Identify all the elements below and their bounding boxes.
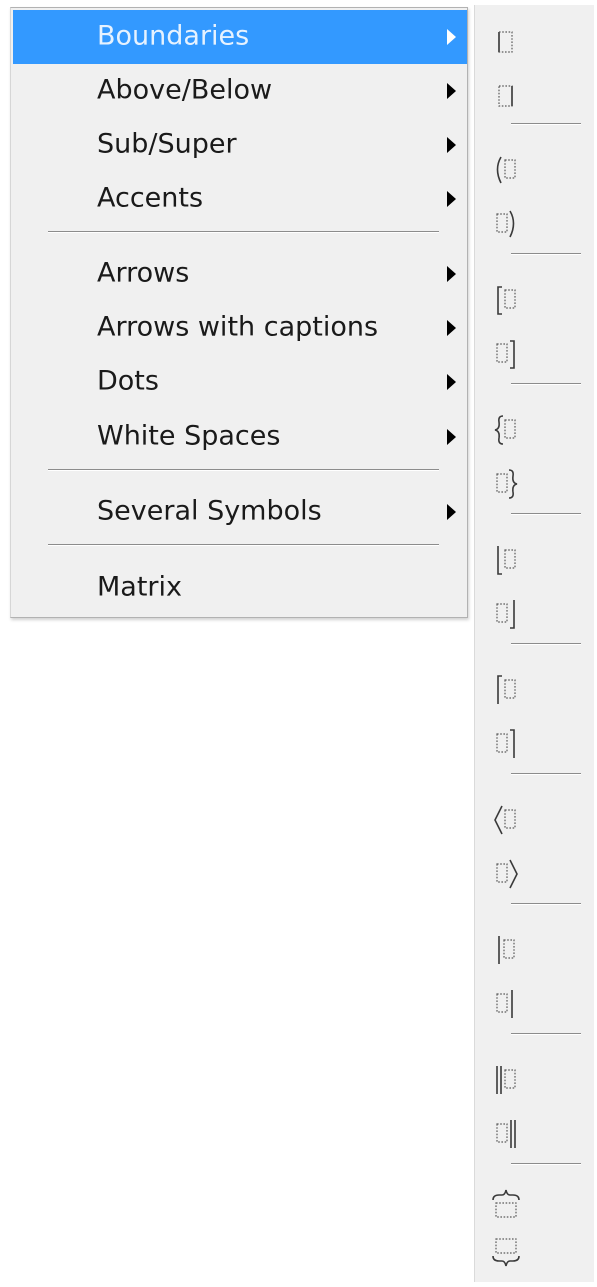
submenu-arrow-icon	[447, 504, 456, 520]
left-floor-icon[interactable]	[475, 531, 595, 587]
submenu-arrow-icon	[447, 83, 456, 99]
submenu-separator	[511, 383, 581, 385]
menu-item-label: Dots	[97, 365, 159, 397]
menu-item-accents[interactable]: Accents	[13, 172, 467, 226]
menu-item-label: Arrows	[97, 257, 190, 289]
submenu-separator	[511, 1163, 581, 1165]
left-vertical-bar-icon[interactable]	[475, 921, 595, 977]
underbrace-icon[interactable]	[475, 1231, 595, 1287]
close-curly-brace-icon[interactable]	[475, 455, 595, 511]
menu-item-arrows[interactable]: Arrows	[13, 247, 467, 301]
right-angle-bracket-icon[interactable]	[475, 845, 595, 901]
right-vertical-bar-icon[interactable]	[475, 975, 595, 1031]
menu-item-label: Boundaries	[97, 20, 250, 52]
placeholder-right-align-icon[interactable]	[475, 65, 595, 121]
submenu-separator	[511, 773, 581, 775]
context-menu: Boundaries Above/Below Sub/Super Accents…	[10, 7, 468, 618]
menu-item-white-spaces[interactable]: White Spaces	[13, 410, 467, 464]
menu-item-label: Above/Below	[97, 74, 273, 106]
right-floor-icon[interactable]	[475, 585, 595, 641]
left-ceiling-icon[interactable]	[475, 661, 595, 717]
submenu-separator	[511, 253, 581, 255]
menu-item-label: White Spaces	[97, 420, 281, 452]
submenu-arrow-icon	[447, 320, 456, 336]
submenu-separator	[511, 643, 581, 645]
submenu-arrow-icon	[447, 191, 456, 207]
overbrace-icon[interactable]	[475, 1181, 595, 1237]
left-double-bar-icon[interactable]	[475, 1051, 595, 1107]
open-square-bracket-icon[interactable]	[475, 271, 595, 327]
submenu-separator	[511, 123, 581, 125]
menu-item-dots[interactable]: Dots	[13, 355, 467, 409]
placeholder-left-align-icon[interactable]	[475, 11, 595, 67]
menu-item-sub-super[interactable]: Sub/Super	[13, 118, 467, 172]
menu-item-label: Accents	[97, 182, 204, 214]
right-ceiling-icon[interactable]	[475, 715, 595, 771]
submenu-separator	[511, 1033, 581, 1035]
menu-item-matrix[interactable]: Matrix	[13, 561, 467, 615]
menu-item-label: Matrix	[97, 571, 183, 603]
menu-item-above-below[interactable]: Above/Below	[13, 64, 467, 118]
boundaries-submenu	[474, 5, 594, 1282]
right-double-bar-icon[interactable]	[475, 1105, 595, 1161]
menu-item-label: Sub/Super	[97, 128, 237, 160]
open-parenthesis-icon[interactable]	[475, 141, 595, 197]
menu-separator	[48, 544, 439, 546]
menu-separator	[48, 231, 439, 233]
submenu-arrow-icon	[447, 374, 456, 390]
submenu-separator	[511, 513, 581, 515]
close-square-bracket-icon[interactable]	[475, 325, 595, 381]
menu-item-arrows-with-captions[interactable]: Arrows with captions	[13, 301, 467, 355]
open-curly-brace-icon[interactable]	[475, 401, 595, 457]
close-parenthesis-icon[interactable]	[475, 195, 595, 251]
menu-item-several-symbols[interactable]: Several Symbols	[13, 485, 467, 539]
submenu-arrow-icon	[447, 266, 456, 282]
left-angle-bracket-icon[interactable]	[475, 791, 595, 847]
menu-item-label: Several Symbols	[97, 495, 322, 527]
submenu-arrow-icon	[447, 29, 456, 45]
submenu-arrow-icon	[447, 137, 456, 153]
menu-item-label: Arrows with captions	[97, 311, 379, 343]
menu-item-boundaries[interactable]: Boundaries	[13, 10, 467, 64]
submenu-arrow-icon	[447, 429, 456, 445]
submenu-separator	[511, 903, 581, 905]
menu-separator	[48, 469, 439, 471]
